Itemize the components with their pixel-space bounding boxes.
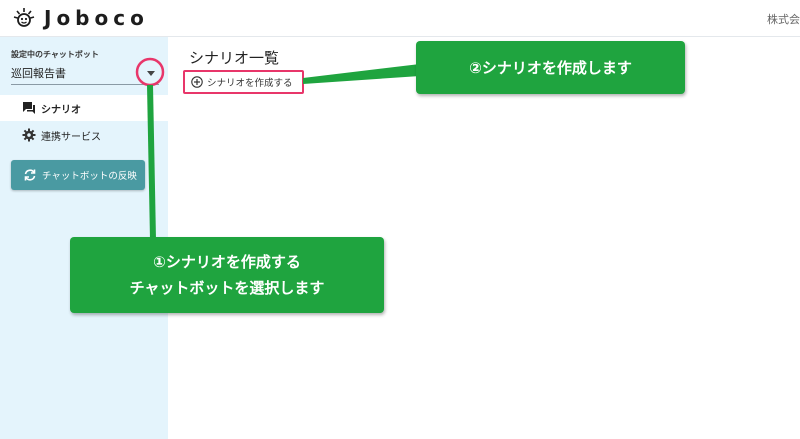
chat-icon [22,101,36,115]
callout-2-pointer [303,64,420,84]
create-scenario-link[interactable]: シナリオを作成する [183,70,304,94]
callout-1-line1: ①シナリオを作成する [153,253,301,271]
callout-create-scenario: ②シナリオを作成します [416,41,685,94]
company-name: 株式会 [767,13,800,26]
sync-icon [24,169,36,181]
chatbot-select-value: 巡回報告書 [11,67,66,80]
app-header: Joboco 株式会 [0,0,800,37]
logo[interactable]: Joboco [12,6,149,30]
create-scenario-label: シナリオを作成する [207,78,293,89]
reflect-chatbot-button[interactable]: チャットボットの反映 [11,160,145,190]
chatbot-select[interactable]: 巡回報告書 [11,63,159,85]
caret-down-icon[interactable] [147,71,155,76]
callout-select-chatbot: ①シナリオを作成する チャットボットを選択します [70,237,384,313]
callout-2-text: ②シナリオを作成します [469,59,632,77]
reflect-button-label: チャットボットの反映 [42,171,137,182]
sidebar-item-integrations[interactable]: 連携サービス [0,122,168,148]
current-bot-label: 設定中のチャットボット [11,50,99,59]
add-circle-icon [191,76,203,88]
sidebar-item-label: シナリオ [41,104,81,116]
page-title: シナリオ一覧 [189,49,280,67]
callout-1-line2: チャットボットを選択します [129,279,325,297]
sidebar-item-label: 連携サービス [41,131,101,143]
gear-icon [22,128,36,142]
sidebar-item-scenario[interactable]: シナリオ [0,95,168,121]
logo-mark-icon [13,8,35,27]
logo-text: Joboco [44,6,149,30]
